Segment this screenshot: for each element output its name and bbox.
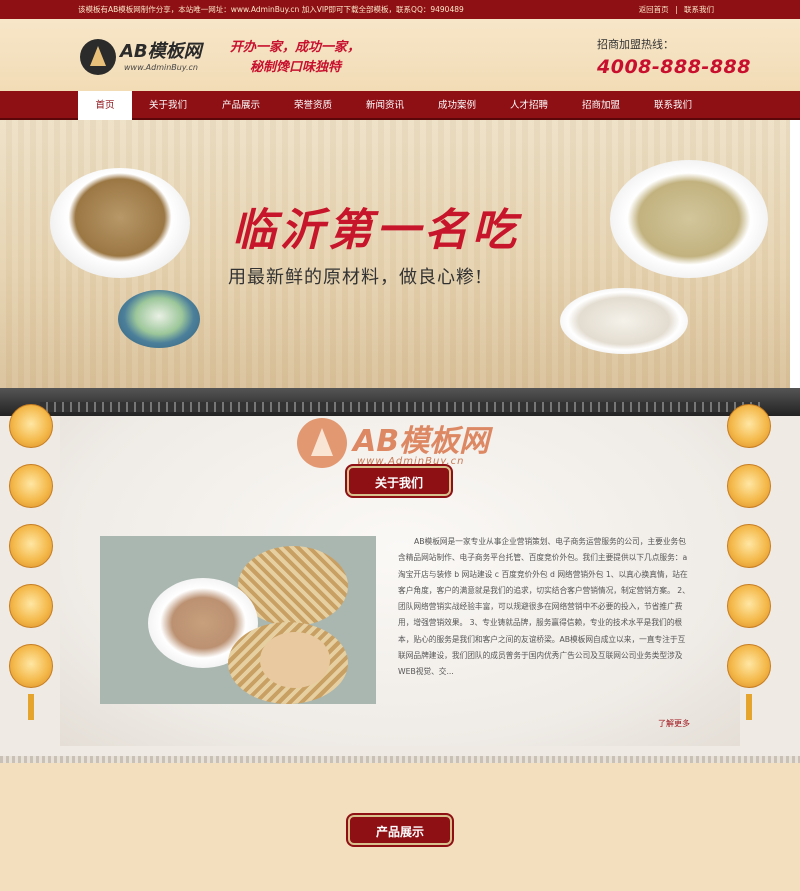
home-link[interactable]: 返回首页 [639,5,669,14]
about-description: AB模板网是一家专业从事企业营销策划、电子商务运营服务的公司，主要业务包含精品网… [398,537,690,677]
nav-item-products[interactable]: 产品展示 [210,91,272,120]
nav-item-contact[interactable]: 联系我们 [642,91,704,120]
top-links: 返回首页 | 联系我们 [637,0,716,19]
lantern-column-left [6,404,56,720]
soup-bowl-image [560,288,688,354]
flatbread-image [260,632,330,688]
watermark-name: AB模板网 [353,424,490,459]
lantern-icon [9,524,53,568]
tassel-icon [28,694,34,720]
about-photo [100,536,376,704]
lantern-icon [9,644,53,688]
top-bar: 该模板有AB模板网制作分享，本站唯一网址：www.AdminBuy.cn 加入V… [0,0,800,19]
about-section: AB模板网 www.AdminBuy.cn 关于我们 AB模板网是一家专业从事企… [0,388,800,758]
watermark-logo-icon [297,418,347,468]
tassel-icon [746,694,752,720]
product-section-title: 产品展示 [348,815,452,845]
logo-icon [80,39,116,75]
lantern-icon [9,404,53,448]
nav-item-home[interactable]: 首页 [78,91,132,120]
hero-banner[interactable]: 临沂第一名吃 用最新鲜的原材料，做良心糁! [0,120,790,388]
lantern-icon [9,464,53,508]
lantern-icon [727,404,771,448]
soup-bowl-image [610,160,768,278]
slogan-line-2: 秘制馋口味独特 [250,60,342,75]
link-separator: | [675,5,678,14]
lantern-icon [727,464,771,508]
banner-title: 临沂第一名吃 [232,205,520,256]
product-section: 产品展示 [0,763,800,891]
lantern-icon [727,524,771,568]
nav-item-cases[interactable]: 成功案例 [426,91,488,120]
hotline-label: 招商加盟热线： [597,38,674,51]
logo-url: www.AdminBuy.cn [124,63,198,72]
lantern-icon [727,644,771,688]
banner-subtitle: 用最新鲜的原材料，做良心糁! [228,267,484,288]
nav-item-franchise[interactable]: 招商加盟 [570,91,632,120]
logo-name: AB模板网 [120,41,202,62]
top-notice: 该模板有AB模板网制作分享，本站唯一网址：www.AdminBuy.cn 加入V… [78,5,464,14]
lantern-icon [9,584,53,628]
slogan-line-1: 开办一家，成功一家， [230,40,361,55]
hotline-phone: 4008-888-888 [597,56,751,78]
banner-edge [790,120,800,388]
soup-bowl-image [118,290,200,348]
lantern-column-right [724,404,774,720]
nav-item-news[interactable]: 新闻资讯 [354,91,416,120]
lantern-icon [727,584,771,628]
contact-link[interactable]: 联系我们 [684,5,714,14]
soup-bowl-image [50,168,190,278]
nav-item-jobs[interactable]: 人才招聘 [498,91,560,120]
learn-more-link[interactable]: 了解更多 [658,718,690,729]
section-divider [0,756,800,763]
hotline: 招商加盟热线： 4008-888-888 [597,36,751,78]
nav-item-about[interactable]: 关于我们 [136,91,200,120]
main-nav: 首页 关于我们 产品展示 荣誉资质 新闻资讯 成功案例 人才招聘 招商加盟 联系… [0,91,800,120]
nav-item-honors[interactable]: 荣誉资质 [282,91,344,120]
about-section-title: 关于我们 [347,466,451,496]
header-slogan: 开办一家，成功一家， 秘制馋口味独特 [230,38,360,78]
site-header: AB模板网 www.AdminBuy.cn 开办一家，成功一家， 秘制馋口味独特… [0,19,800,91]
site-logo[interactable]: AB模板网 www.AdminBuy.cn [80,37,222,77]
